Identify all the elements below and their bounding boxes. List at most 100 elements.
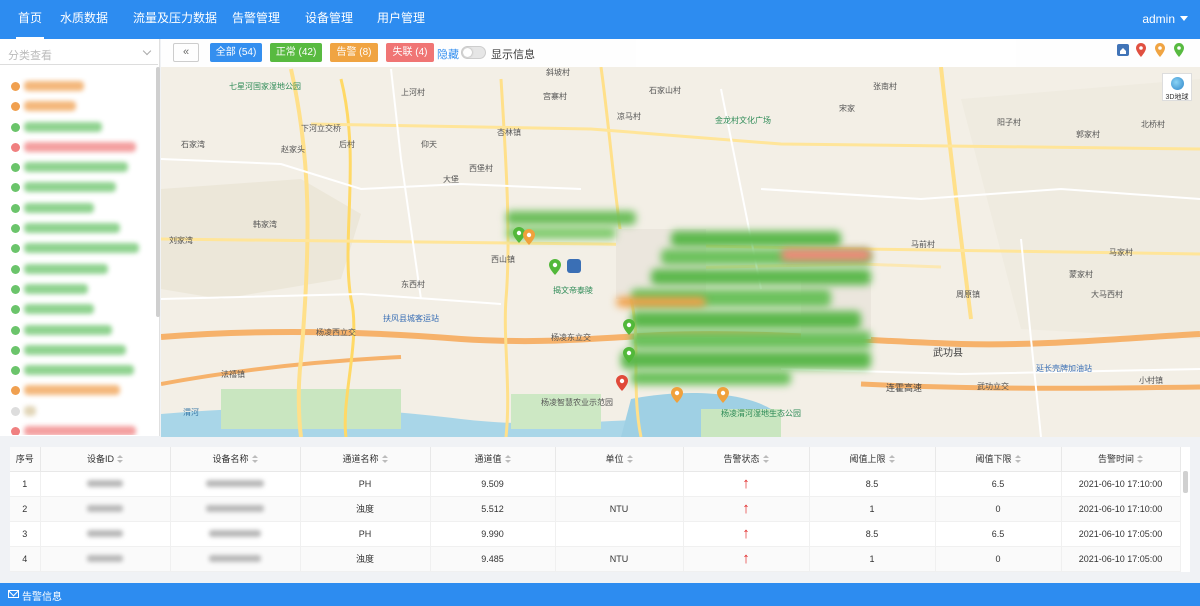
sidebar-scrollbar[interactable] [156,67,160,317]
cell-status: ↑ [683,521,810,547]
column-header-lower-threshold[interactable]: 阈值下限 [935,447,1062,472]
map-label: 延长壳牌加油站 [1036,364,1092,373]
device-marker-warning[interactable] [717,387,729,403]
filter-alarm-button[interactable]: 告警 (8) [330,43,378,62]
device-marker-normal[interactable] [623,347,635,363]
map-label: 赵家头 [281,145,305,154]
sidebar-device-item[interactable] [0,402,156,422]
sidebar-device-item[interactable] [0,138,156,158]
device-info-popup[interactable] [616,297,706,307]
nav-item-user-management[interactable]: 用户管理 [375,0,427,39]
sidebar-device-item[interactable] [0,97,156,117]
column-header-unit[interactable]: 单位 [555,447,684,472]
device-info-popup[interactable] [631,311,861,329]
alarm-info-bar[interactable]: 告警信息 [0,583,1200,606]
top-navigation-bar: 首页 水质数据 流量及压力数据 告警管理 设备管理 用户管理 admin [0,0,1200,39]
sidebar-device-item[interactable] [0,77,156,97]
sidebar-device-item[interactable] [0,361,156,381]
cell-value: 9.990 [430,521,556,547]
device-marker-normal[interactable] [623,319,635,335]
status-dot-icon [11,183,20,193]
sidebar-device-item[interactable] [0,178,156,198]
map-label: 大马西村 [1091,290,1123,299]
device-name-redacted [24,162,128,173]
map-label: 东西村 [401,280,425,289]
category-select[interactable]: 分类查看 [0,41,158,65]
status-dot-icon [11,305,20,315]
cell-index: 1 [10,471,41,497]
device-info-popup[interactable] [651,269,871,285]
device-marker-warning[interactable] [523,229,535,245]
table-row[interactable]: 4 浊度 9.485 NTU ↑ 1 0 2021-06-10 17:05:00 [10,546,1181,572]
filter-normal-button[interactable]: 正常 (42) [270,43,322,62]
sidebar-device-item[interactable] [0,239,156,259]
map-pin-green-icon [1174,43,1184,57]
cell-time: 2021-06-10 17:10:00 [1061,496,1181,522]
cell-time: 2021-06-10 17:05:00 [1061,521,1181,547]
nav-item-device-management[interactable]: 设备管理 [303,0,355,39]
station-home-marker[interactable] [567,259,581,273]
sidebar-device-item[interactable] [0,422,156,435]
column-header-upper-threshold[interactable]: 阈值上限 [809,447,936,472]
table-row[interactable]: 2 浊度 5.512 NTU ↑ 1 0 2021-06-10 17:10:00 [10,496,1181,522]
status-dot-icon [11,325,20,335]
nav-item-alarm-management[interactable]: 告警管理 [230,0,282,39]
device-marker-offline[interactable] [616,375,628,391]
sidebar-device-item[interactable] [0,219,156,239]
sidebar-device-item[interactable] [0,321,156,341]
sidebar-device-item[interactable] [0,118,156,138]
map-label: 刘家湾 [169,236,193,245]
device-marker-normal[interactable] [549,259,561,275]
map-label: 韩家湾 [253,220,277,229]
map-label: 七星河国家湿地公园 [229,82,301,91]
table-row[interactable]: 3 PH 9.990 ↑ 8.5 6.5 2021-06-10 17:05:00 [10,521,1181,547]
sidebar-device-item[interactable] [0,260,156,280]
device-info-popup[interactable] [781,249,871,261]
sidebar-device-item[interactable] [0,158,156,178]
status-dot-icon [11,386,20,396]
device-info-popup[interactable] [631,371,791,385]
cell-lower: 6.5 [935,471,1062,497]
show-info-toggle[interactable] [461,46,486,59]
collapse-sidebar-button[interactable]: « [173,43,199,62]
mail-icon [8,590,19,598]
cell-unit [555,521,684,547]
cell-channel: 浊度 [300,496,431,522]
device-info-popup[interactable] [631,331,871,349]
sidebar-device-item[interactable] [0,280,156,300]
cell-device-name [170,471,301,497]
device-info-popup[interactable] [621,351,871,369]
hide-label[interactable]: 隐藏 [437,46,459,62]
sidebar-device-item[interactable] [0,199,156,219]
status-dot-icon [11,284,20,294]
table-row[interactable]: 1 PH 9.509 ↑ 8.5 6.5 2021-06-10 17:10:00 [10,471,1181,497]
sidebar-device-item[interactable] [0,300,156,320]
map-toolbar: « 全部 (54) 正常 (42) 告警 (8) 失联 (4) 隐藏 显示信息 [161,39,1200,67]
map-view[interactable]: 七星河国家湿地公园 上河村 斜坡村 宫寨村 石家山村 阳子村 郭家村 杏林镇 下… [161,39,1200,437]
table-scrollbar[interactable] [1183,471,1188,493]
sidebar-device-item[interactable] [0,341,156,361]
map-label: 凉马村 [617,112,641,121]
nav-item-flow-pressure[interactable]: 流量及压力数据 [131,0,219,39]
column-header-alarm-status[interactable]: 告警状态 [683,447,810,472]
device-info-popup[interactable] [671,231,841,247]
3d-earth-button[interactable]: 3D地球 [1162,73,1192,101]
filter-offline-button[interactable]: 失联 (4) [386,43,434,62]
cell-index: 4 [10,546,41,572]
device-marker-warning[interactable] [671,387,683,403]
column-header-channel-name[interactable]: 通道名称 [300,447,431,472]
column-header-channel-value[interactable]: 通道值 [430,447,556,472]
arrow-up-icon: ↑ [742,475,750,492]
device-info-popup[interactable] [506,211,636,225]
filter-all-button[interactable]: 全部 (54) [210,43,262,62]
map-label: 渭河 [183,408,199,417]
map-label: 西堡村 [469,164,493,173]
nav-item-water-quality[interactable]: 水质数据 [58,0,110,39]
nav-item-home[interactable]: 首页 [16,0,45,39]
column-header-alarm-time[interactable]: 告警时间 [1061,447,1181,472]
alarm-info-label: 告警信息 [22,592,62,603]
sidebar-device-item[interactable] [0,381,156,401]
user-menu[interactable]: admin [1142,0,1188,38]
column-header-device-name[interactable]: 设备名称 [170,447,301,472]
column-header-device-id[interactable]: 设备ID [40,447,171,472]
